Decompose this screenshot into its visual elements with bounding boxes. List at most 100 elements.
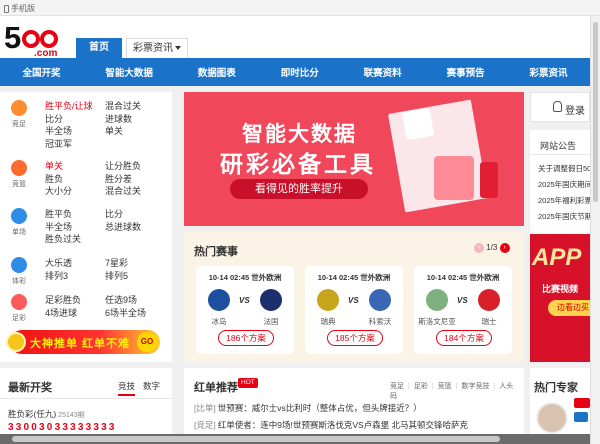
match-card[interactable]: 10-14 02:45 世外欧洲 VS 斯洛文尼亚 瑞士 184个方案 xyxy=(414,266,512,354)
hot-experts-panel: 热门专家 xyxy=(530,368,590,444)
match-card[interactable]: 10-14 02:45 世外欧洲 VS 冰岛 法国 186个方案 xyxy=(196,266,294,354)
menu-link[interactable]: 进球数 xyxy=(105,113,141,126)
tab-sports[interactable]: 竞技 xyxy=(118,381,136,396)
next-page-button[interactable]: › xyxy=(499,243,510,253)
tab-news-label: 彩票资讯 xyxy=(133,43,173,54)
nav-item-lottery-news[interactable]: 彩票资讯 xyxy=(529,65,567,79)
coin-icon xyxy=(6,332,26,352)
nav-item-league-info[interactable]: 联赛资料 xyxy=(364,65,402,79)
nav-item-national-draw[interactable]: 全国开奖 xyxy=(22,65,60,79)
app-promo-banner[interactable]: APP 比赛视频 边看边买 xyxy=(530,234,590,362)
pick-item[interactable]: [比单] 世预赛：威尔士vs比利时（整体占优，但头牌接近？） xyxy=(194,402,422,414)
avatar[interactable] xyxy=(536,402,568,434)
menu-link[interactable]: 6场半全场 xyxy=(105,307,146,320)
chevron-down-icon xyxy=(175,46,181,51)
category-link[interactable]: 竞篮 xyxy=(438,383,452,390)
category-link[interactable]: 数字竞技 xyxy=(461,383,489,390)
notice-item[interactable]: 2025年国庆节期 xyxy=(538,211,592,222)
nav-item-match-preview[interactable]: 赛事预告 xyxy=(447,65,485,79)
menu-link[interactable]: 单关 xyxy=(45,160,72,173)
menu-link[interactable]: 胜平负/让球 xyxy=(45,100,93,113)
main-nav: 全国开奖 智能大数据 数据图表 即时比分 联赛资料 赛事预告 彩票资讯 xyxy=(0,58,590,86)
pick-item[interactable]: [竞足] 红单使者：连中9场!世预赛斯洛伐克VS卢森堡 北马其顿交锋哈萨克 xyxy=(194,419,468,431)
phone-icon xyxy=(4,4,9,13)
single-match-icon xyxy=(11,208,27,224)
chart-card-illustration xyxy=(401,107,435,141)
basketball-icon xyxy=(11,160,27,176)
banner-text: 大神推单 红单不难 xyxy=(30,338,131,350)
category-link[interactable]: 足彩 xyxy=(414,383,428,390)
scrollbar-thumb[interactable] xyxy=(12,436,500,442)
block-illustration xyxy=(434,156,474,200)
menu-link[interactable]: 大乐透 xyxy=(45,257,72,270)
go-button[interactable]: GO xyxy=(137,332,157,352)
team-logo-icon xyxy=(317,289,339,311)
nav-item-big-data[interactable]: 智能大数据 xyxy=(105,65,153,79)
menu-link[interactable]: 胜负过关 xyxy=(45,233,81,246)
vs-label: VS xyxy=(348,296,359,305)
menu-link[interactable]: 冠亚军 xyxy=(45,138,93,151)
badge-icon xyxy=(574,398,590,408)
match-card[interactable]: 10-14 02:45 世外欧洲 VS 瑞典 科索沃 185个方案 xyxy=(305,266,403,354)
tab-lottery-news[interactable]: 彩票资讯 xyxy=(126,38,188,58)
category-link[interactable]: 竞足 xyxy=(390,383,404,390)
nav-item-charts[interactable]: 数据图表 xyxy=(198,65,236,79)
prev-page-button[interactable]: ‹ xyxy=(474,243,484,253)
mobile-version-link[interactable]: 手机版 xyxy=(4,3,35,14)
away-team: 科索沃 xyxy=(368,317,392,326)
hero-subtitle: 研彩必备工具 xyxy=(220,151,376,177)
menu-link[interactable]: 让分胜负 xyxy=(105,160,141,173)
tab-home[interactable]: 首页 xyxy=(76,38,122,58)
notice-item[interactable]: 2025年国庆期间 xyxy=(538,179,592,190)
latest-draw-panel: 最新开奖 竞技 数字 胜负彩(任九) 25143期 33003033333333 xyxy=(0,368,172,444)
menu-link[interactable]: 混合过关 xyxy=(105,100,141,113)
hot-matches-pager: ‹ 1/3 › xyxy=(474,243,510,253)
menu-link[interactable]: 胜平负 xyxy=(45,208,81,221)
notice-item[interactable]: 2025年福利彩票 xyxy=(538,195,592,206)
nav-item-live-score[interactable]: 即时比分 xyxy=(281,65,319,79)
group-label: 体彩 xyxy=(12,278,26,285)
menu-link[interactable]: 足彩胜负 xyxy=(45,294,81,307)
app-promo-button[interactable]: 边看边买 xyxy=(548,300,590,316)
plans-button[interactable]: 185个方案 xyxy=(327,330,383,346)
plans-button[interactable]: 184个方案 xyxy=(436,330,492,346)
menu-link[interactable]: 总进球数 xyxy=(105,221,141,234)
site-logo[interactable]: 5 .com xyxy=(4,20,64,59)
login-button[interactable]: 登录 xyxy=(530,92,590,122)
pick-tag: [竞足] xyxy=(194,420,216,430)
hot-badge: HOT xyxy=(238,378,258,388)
expert-picks-banner[interactable]: 大神推单 红单不难 GO xyxy=(6,330,160,354)
tab-numbers[interactable]: 数字 xyxy=(143,381,160,391)
menu-link[interactable]: 混合过关 xyxy=(105,185,141,198)
draw-result: 33003033333333 xyxy=(8,422,117,433)
football-lottery-icon xyxy=(11,294,27,310)
group-label: 足彩 xyxy=(12,315,26,322)
notice-item[interactable]: 关于调整假日500 xyxy=(538,163,596,174)
menu-link[interactable]: 半全场 xyxy=(45,221,81,234)
menu-link[interactable]: 任选9场 xyxy=(105,294,146,307)
menu-link[interactable]: 比分 xyxy=(45,113,93,126)
menu-link[interactable]: 7星彩 xyxy=(105,257,128,270)
home-team: 斯洛文尼亚 xyxy=(418,317,456,326)
app-promo-subtitle: 比赛视频 xyxy=(542,284,579,294)
menu-link[interactable]: 单关 xyxy=(105,125,141,138)
menu-link[interactable]: 半全场 xyxy=(45,125,93,138)
menu-link[interactable]: 胜分差 xyxy=(105,173,141,186)
menu-link[interactable]: 排列5 xyxy=(105,270,128,283)
horizontal-scrollbar[interactable] xyxy=(0,434,590,444)
scrollbar-thumb[interactable] xyxy=(593,22,598,202)
menu-link[interactable]: 排列3 xyxy=(45,270,72,283)
team-logo-icon xyxy=(208,289,230,311)
plans-button[interactable]: 186个方案 xyxy=(218,330,274,346)
menu-link[interactable]: 4场进球 xyxy=(45,307,81,320)
latest-draw-tabs: 竞技 数字 xyxy=(118,380,168,396)
issue-number: 25143期 xyxy=(58,412,85,419)
menu-link[interactable]: 胜负 xyxy=(45,173,72,186)
vertical-scrollbar[interactable] xyxy=(590,16,600,444)
badge-icon xyxy=(574,412,588,422)
menu-link[interactable]: 大小分 xyxy=(45,185,72,198)
home-team: 冰岛 xyxy=(211,317,227,326)
hero-banner[interactable]: 智能大数据 研彩必备工具 看得见的胜率提升 xyxy=(184,92,524,226)
draw-game[interactable]: 胜负彩(任九) 25143期 xyxy=(8,408,85,420)
menu-link[interactable]: 比分 xyxy=(105,208,141,221)
